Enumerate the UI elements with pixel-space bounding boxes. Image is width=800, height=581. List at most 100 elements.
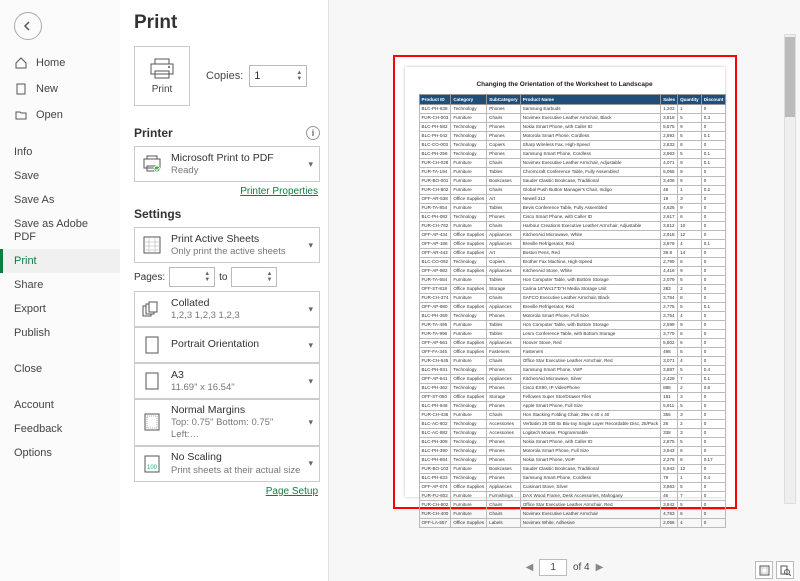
preview-page: Changing the Orientation of the Workshee… <box>405 67 725 497</box>
table-row: FUR-BO-001FurnitureBookcasesSauder Class… <box>419 176 726 185</box>
orientation-dropdown[interactable]: Portrait Orientation ▾ <box>134 327 320 363</box>
back-button[interactable] <box>14 12 42 40</box>
printer-properties-link[interactable]: Printer Properties <box>136 186 318 197</box>
prev-page-button[interactable]: ◀ <box>526 562 534 573</box>
paper-size-dropdown[interactable]: A311.69" x 16.54" ▾ <box>134 363 320 399</box>
table-row: FUR-CH-802FurnitureChairsGlobal Push But… <box>419 185 726 194</box>
scaling-icon: 100 <box>141 453 163 475</box>
table-row: BLC-PH-308TechnologyPhonesNokia Smart Ph… <box>419 437 726 446</box>
preview-table: Product IDCategorySubCategoryProduct Nam… <box>419 94 727 528</box>
table-row: OFF-AR-538Office SuppliesArtNewell 31219… <box>419 194 726 203</box>
show-margins-button[interactable] <box>755 561 773 579</box>
sidebar-label: Open <box>36 109 63 121</box>
table-row: FUR-CH-028FurnitureChairsNovimex Executi… <box>419 158 726 167</box>
table-row: FUR-TA-495FurnitureTablesHon Computer Ta… <box>419 320 726 329</box>
table-row: FUR-TA-194FurnitureTablesChromcraft Conf… <box>419 167 726 176</box>
printer-dropdown[interactable]: Microsoft Print to PDFReady ▾ <box>134 146 320 182</box>
margins-icon <box>141 411 163 433</box>
sidebar-item-print[interactable]: Print <box>0 249 120 273</box>
document-title: Changing the Orientation of the Workshee… <box>419 81 711 88</box>
collated-icon <box>141 298 163 320</box>
table-row: OFF-ST-818Office SuppliesStorageCarina 1… <box>419 284 726 293</box>
page-to-input[interactable]: ▲▼ <box>231 267 277 287</box>
sidebar-label: Save as Adobe PDF <box>14 218 106 243</box>
sidebar-item-open[interactable]: Open <box>0 102 120 128</box>
sidebar-label: Close <box>14 363 42 375</box>
table-row: FUR-BO-103FurnitureBookcasesSauder Class… <box>419 464 726 473</box>
table-row: FUR-FU-602FurnitureFurnishingsDAX Wood F… <box>419 491 726 500</box>
highlight-box: Changing the Orientation of the Workshee… <box>393 55 737 509</box>
table-row: OFF-ST-050Office SuppliesStorageFellowes… <box>419 392 726 401</box>
table-row: BLC-PH-369TechnologyPhonesMotorola Smart… <box>419 311 726 320</box>
table-row: FUR-CH-802FurnitureChairsOffice Star Exe… <box>419 500 726 509</box>
pages-range-row: Pages: ▲▼ to ▲▼ <box>134 267 320 287</box>
print-what-dropdown[interactable]: Print Active SheetsOnly print the active… <box>134 227 320 263</box>
printer-info-icon[interactable]: i <box>306 126 320 140</box>
table-row: OFF-AP-641Office SuppliesAppliancesKitch… <box>419 374 726 383</box>
home-icon <box>14 56 28 70</box>
print-settings-panel: Print Print Copies: 1 ▲▼ Printer i Micro… <box>120 0 328 581</box>
chevron-down-icon: ▾ <box>308 417 313 428</box>
table-row: OFF-AP-434Office SuppliesAppliancesKitch… <box>419 230 726 239</box>
svg-text:100: 100 <box>147 465 158 471</box>
next-page-button[interactable]: ▶ <box>596 562 604 573</box>
sidebar-item-close[interactable]: Close <box>0 357 120 381</box>
scaling-dropdown[interactable]: 100 No ScalingPrint sheets at their actu… <box>134 446 320 482</box>
table-row: BLC-CO-003TechnologyCopiersSharp Wireles… <box>419 140 726 149</box>
copies-value: 1 <box>254 70 260 82</box>
sidebar-item-save[interactable]: Save <box>0 164 120 188</box>
sidebar-item-info[interactable]: Info <box>0 140 120 164</box>
table-row: BLC-PH-582TechnologyPhonesNokia Smart Ph… <box>419 122 726 131</box>
table-row: FUR-TA-996FurnitureTablesLesro Conferenc… <box>419 329 726 338</box>
sidebar-item-share[interactable]: Share <box>0 273 120 297</box>
sidebar-label: Export <box>14 303 46 315</box>
sidebar-label: Print <box>14 255 37 267</box>
sidebar-item-new[interactable]: New <box>0 76 120 102</box>
page-setup-link[interactable]: Page Setup <box>136 486 318 497</box>
chevron-down-icon: ▾ <box>308 458 313 469</box>
print-button-label: Print <box>152 84 173 95</box>
print-button[interactable]: Print <box>134 46 190 106</box>
sidebar-item-publish[interactable]: Publish <box>0 321 120 345</box>
table-row: FUR-TA-854FurnitureTablesBevis Conferenc… <box>419 203 726 212</box>
sidebar-label: New <box>36 83 58 95</box>
sidebar-item-export[interactable]: Export <box>0 297 120 321</box>
current-page-input[interactable]: 1 <box>539 559 567 576</box>
table-row: FUR-CH-003FurnitureChairsNovimex Executi… <box>419 113 726 122</box>
margins-dropdown[interactable]: Normal MarginsTop: 0.75" Bottom: 0.75" L… <box>134 399 320 446</box>
page-from-input[interactable]: ▲▼ <box>169 267 215 287</box>
sidebar-item-feedback[interactable]: Feedback <box>0 417 120 441</box>
table-row: BLC-PH-948TechnologyPhonesApple Smart Ph… <box>419 401 726 410</box>
table-row: OFF-AP-980Office SuppliesAppliancesBrevi… <box>419 302 726 311</box>
collation-dropdown[interactable]: Collated1,2,3 1,2,3 1,2,3 ▾ <box>134 291 320 327</box>
sidebar-label: Share <box>14 279 43 291</box>
settings-section-title: Settings <box>134 207 320 221</box>
printer-device-icon <box>141 153 163 175</box>
pages-label: Pages: <box>134 272 165 283</box>
table-row: BLC-PH-042TechnologyPhonesMotorola Smart… <box>419 131 726 140</box>
table-row: BLC-PH-638TechnologyPhonesSamsung Earbud… <box>419 104 726 113</box>
sidebar-label: Home <box>36 57 65 69</box>
new-icon <box>14 82 28 96</box>
table-row: OFF-AP-074Office SuppliesAppliancesCuisi… <box>419 482 726 491</box>
sidebar-item-home[interactable]: Home <box>0 50 120 76</box>
sidebar-item-options[interactable]: Options <box>0 441 120 465</box>
table-row: FUR-CH-762FurnitureChairsHarbour Creatio… <box>419 221 726 230</box>
sidebar-item-account[interactable]: Account <box>0 393 120 417</box>
zoom-icon <box>780 565 791 576</box>
table-row: BLC-PH-633TechnologyPhonesSamsung Smart … <box>419 473 726 482</box>
zoom-to-page-button[interactable] <box>776 561 794 579</box>
sidebar-item-saveas[interactable]: Save As <box>0 188 120 212</box>
spinner-arrows[interactable]: ▲▼ <box>296 70 302 82</box>
paper-icon <box>141 370 163 392</box>
sidebar-label: Save As <box>14 194 54 206</box>
printer-name: Microsoft Print to PDF <box>171 152 300 165</box>
copies-input[interactable]: 1 ▲▼ <box>249 65 307 87</box>
sidebar-label: Publish <box>14 327 50 339</box>
print-preview-area: Changing the Orientation of the Workshee… <box>328 0 800 581</box>
sidebar-item-saveadobe[interactable]: Save as Adobe PDF <box>0 212 120 249</box>
table-row: BLC-PH-256TechnologyPhonesSamsung Smart … <box>419 149 726 158</box>
portrait-icon <box>141 334 163 356</box>
page-navigation: ◀ 1 of 4 ▶ <box>329 553 800 581</box>
chevron-down-icon: ▾ <box>308 240 313 251</box>
